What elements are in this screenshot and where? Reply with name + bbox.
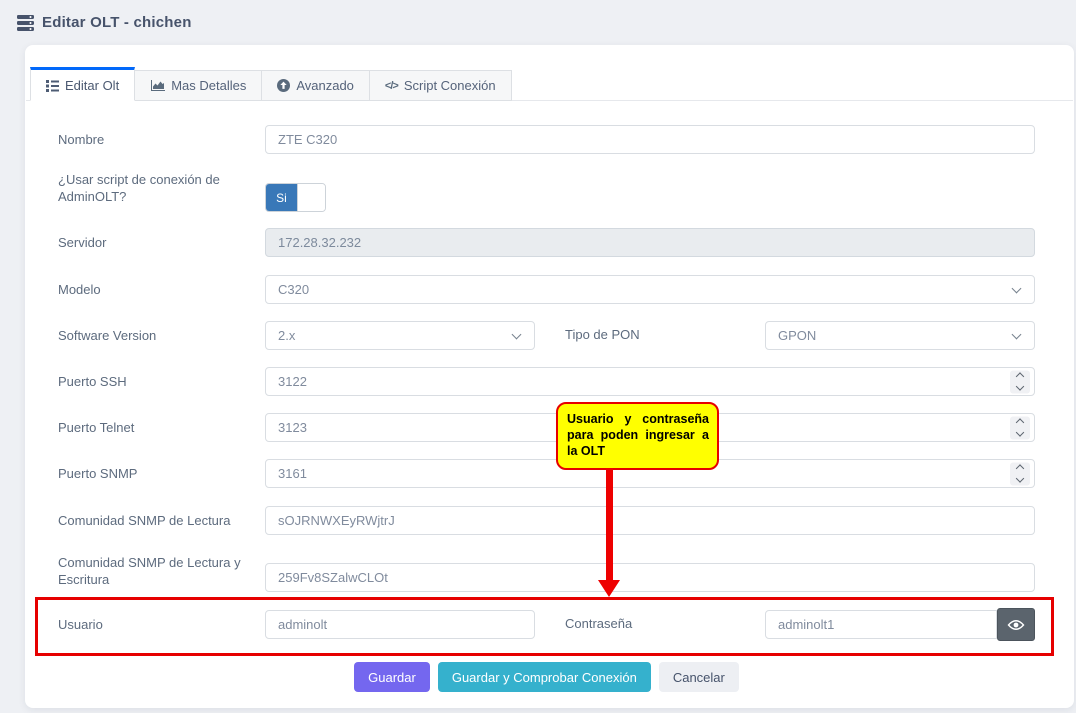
tab-label: Avanzado	[296, 78, 354, 93]
row-puerto-telnet: Puerto Telnet	[58, 413, 1035, 442]
guardar-button[interactable]: Guardar	[354, 662, 430, 692]
row-nombre: Nombre	[58, 125, 1035, 154]
eye-icon	[1007, 619, 1025, 631]
usuario-label: Usuario	[58, 610, 265, 633]
servidor-input	[265, 228, 1035, 257]
software-version-select[interactable]: 2.x	[265, 321, 535, 350]
row-comunidad-lectura: Comunidad SNMP de Lectura	[58, 506, 1035, 535]
servidor-label: Servidor	[58, 228, 265, 251]
tipo-pon-label: Tipo de PON	[535, 321, 765, 342]
modelo-label: Modelo	[58, 275, 265, 298]
spinner-up-icon	[1016, 372, 1024, 380]
number-spinner[interactable]	[1010, 462, 1030, 485]
tab-label: Mas Detalles	[171, 78, 246, 93]
modelo-select[interactable]: C320	[265, 275, 1035, 304]
puerto-ssh-label: Puerto SSH	[58, 367, 265, 390]
tab-mas-detalles[interactable]: Mas Detalles	[134, 70, 262, 101]
comunidad-escritura-label: Comunidad SNMP de Lectura y Escritura	[58, 553, 265, 588]
nombre-input[interactable]	[265, 125, 1035, 154]
contrasena-label: Contraseña	[535, 610, 765, 631]
puerto-ssh-input[interactable]	[265, 367, 1035, 396]
page-header: Editar OLT - chichen	[0, 0, 1076, 45]
modelo-selected-value: C320	[278, 282, 309, 297]
page: Editar OLT - chichen Editar Olt Mas Deta…	[0, 0, 1076, 713]
spinner-up-icon	[1016, 464, 1024, 472]
tabbar: Editar Olt Mas Detalles Avanzado </> Scr…	[30, 67, 512, 101]
spinner-up-icon	[1016, 418, 1024, 426]
usar-script-toggle[interactable]: Si	[265, 183, 326, 212]
tipo-pon-selected-value: GPON	[778, 328, 816, 343]
spinner-down-icon	[1016, 428, 1024, 436]
form-actions: Guardar Guardar y Comprobar Conexión Can…	[58, 662, 1035, 692]
row-usuario-contrasena: Usuario Contraseña	[58, 610, 1035, 641]
row-modelo: Modelo C320	[58, 275, 1035, 304]
row-comunidad-escritura: Comunidad SNMP de Lectura y Escritura	[58, 553, 1035, 592]
arrow-up-circle-icon	[277, 79, 290, 92]
number-spinner[interactable]	[1010, 416, 1030, 439]
toggle-on-label: Si	[266, 184, 297, 211]
tab-label: Editar Olt	[65, 78, 119, 93]
row-puerto-ssh: Puerto SSH	[58, 367, 1035, 396]
chevron-down-icon	[1012, 284, 1022, 294]
toggle-knob	[297, 184, 325, 211]
tab-editar-olt[interactable]: Editar Olt	[30, 67, 135, 101]
contrasena-input[interactable]	[765, 610, 997, 639]
chart-area-icon	[150, 80, 165, 92]
comunidad-lectura-input[interactable]	[265, 506, 1035, 535]
list-icon	[46, 79, 59, 92]
puerto-telnet-label: Puerto Telnet	[58, 413, 265, 436]
row-servidor: Servidor	[58, 228, 1035, 257]
guardar-comprobar-button[interactable]: Guardar y Comprobar Conexión	[438, 662, 651, 692]
page-title: Editar OLT - chichen	[42, 14, 192, 31]
software-version-selected-value: 2.x	[278, 328, 295, 343]
tab-avanzado[interactable]: Avanzado	[261, 70, 370, 101]
code-icon: </>	[385, 80, 398, 92]
chevron-down-icon	[1012, 330, 1022, 340]
tab-label: Script Conexión	[404, 78, 496, 93]
spinner-down-icon	[1016, 474, 1024, 482]
usuario-input[interactable]	[265, 610, 535, 639]
comunidad-lectura-label: Comunidad SNMP de Lectura	[58, 506, 265, 529]
row-puerto-snmp: Puerto SNMP	[58, 459, 1035, 488]
row-software-pon: Software Version 2.x Tipo de PON GPON	[58, 321, 1035, 350]
annotation-callout: Usuario y contraseña para poden ingresar…	[556, 402, 719, 470]
number-spinner[interactable]	[1010, 370, 1030, 393]
tab-script-conexion[interactable]: </> Script Conexión	[369, 70, 512, 101]
spinner-down-icon	[1016, 382, 1024, 390]
puerto-snmp-label: Puerto SNMP	[58, 459, 265, 482]
nombre-label: Nombre	[58, 125, 265, 148]
row-usar-script: ¿Usar script de conexión de AdminOLT? Si	[58, 170, 1035, 212]
software-version-label: Software Version	[58, 321, 265, 344]
tipo-pon-select[interactable]: GPON	[765, 321, 1035, 350]
chevron-down-icon	[512, 330, 522, 340]
show-password-button[interactable]	[997, 608, 1035, 641]
cancelar-button[interactable]: Cancelar	[659, 662, 739, 692]
server-icon	[17, 15, 34, 31]
usar-script-label: ¿Usar script de conexión de AdminOLT?	[58, 170, 265, 205]
comunidad-escritura-input[interactable]	[265, 563, 1035, 592]
